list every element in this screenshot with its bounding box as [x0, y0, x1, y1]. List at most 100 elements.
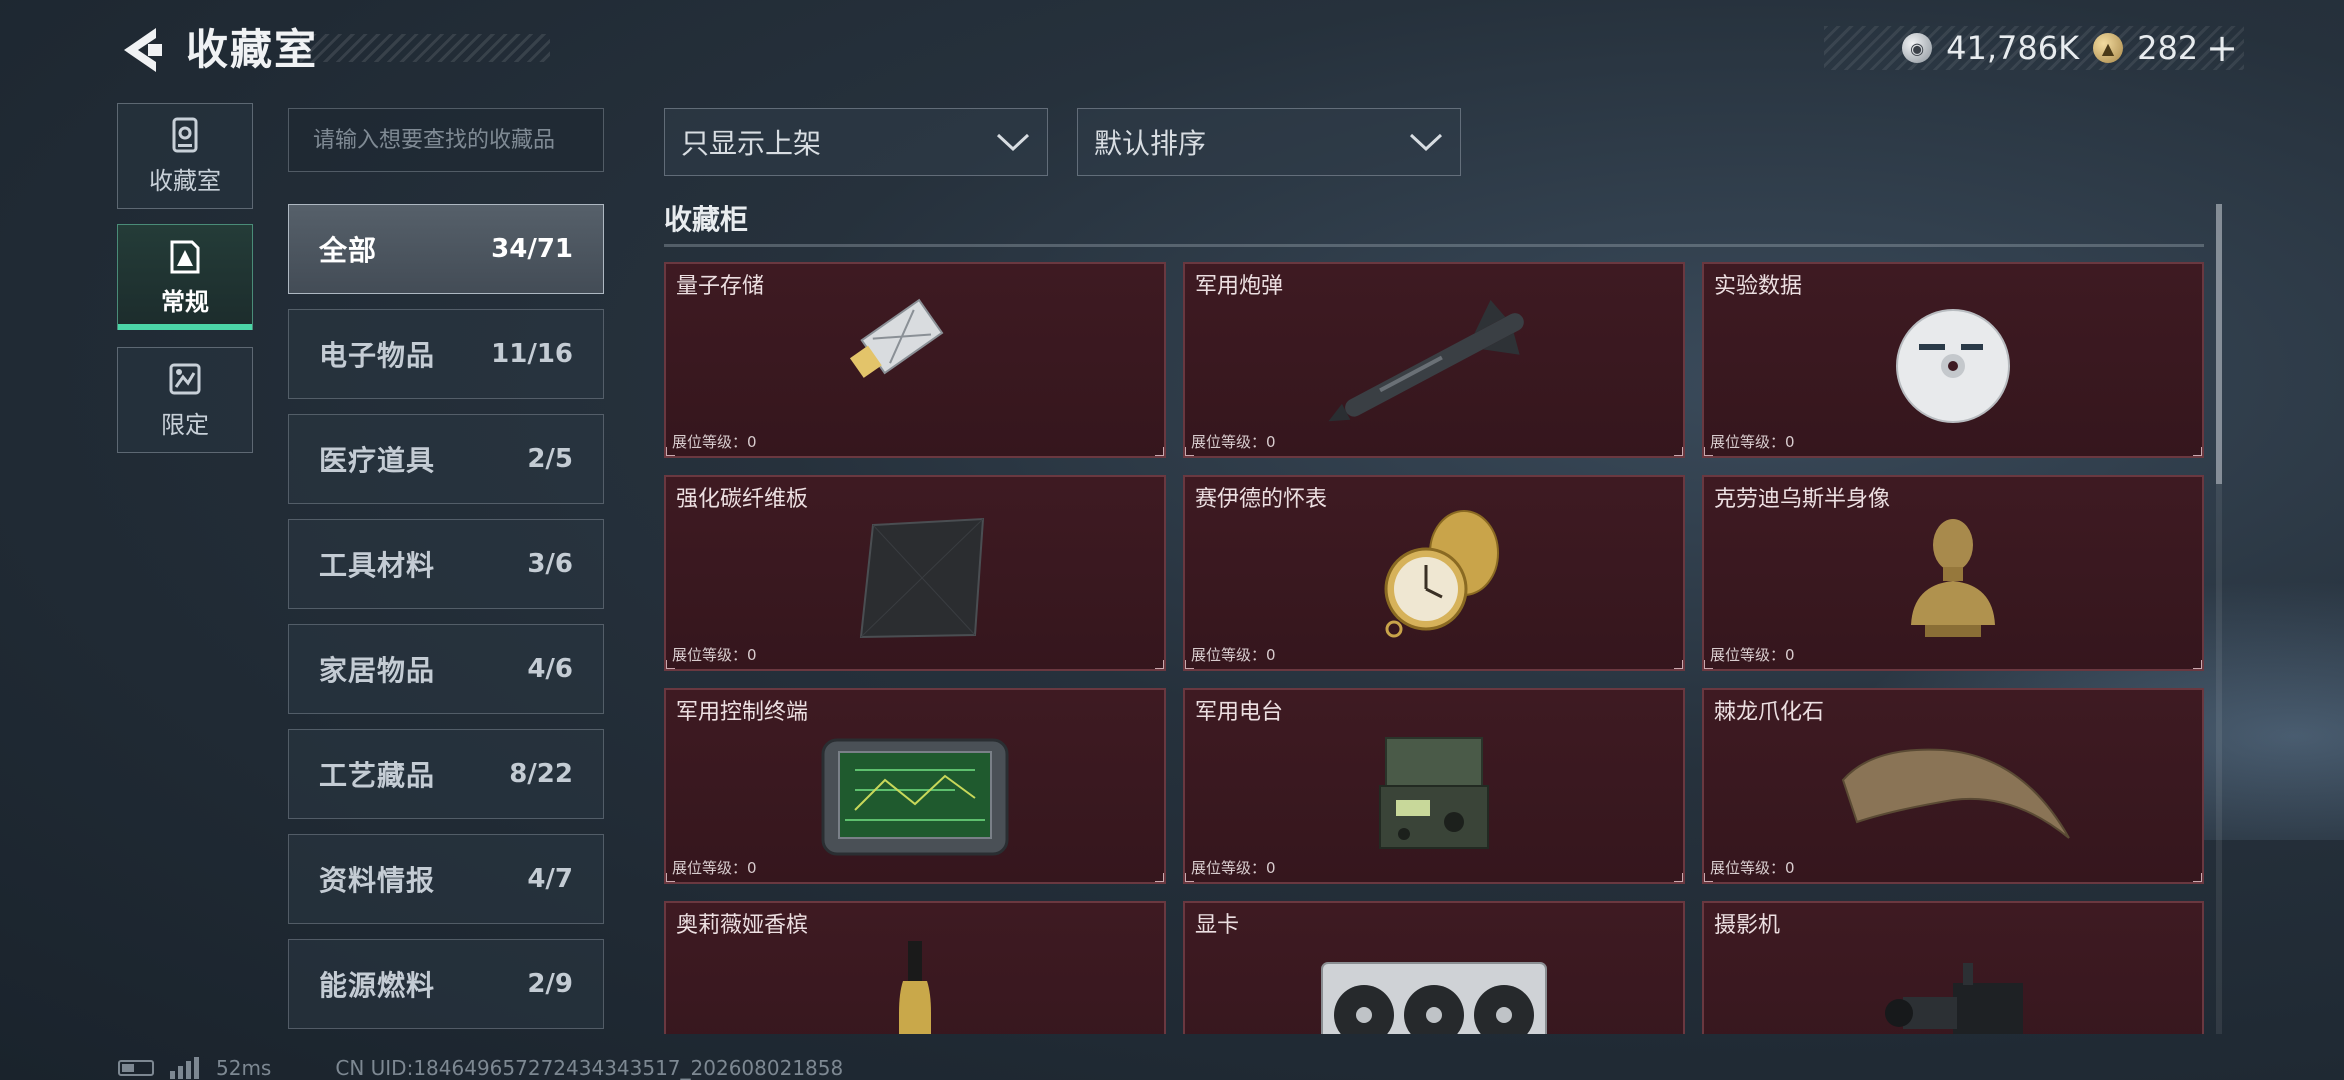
item-card[interactable]: 军用炮弹 展位等级：0 [1183, 262, 1685, 458]
carbon-fiber-plate-icon [859, 517, 985, 639]
sort-value: 默认排序 [1094, 127, 1207, 160]
silver-coin-value: 41,786K [1946, 29, 2080, 67]
video-camera-icon [1885, 963, 2023, 1034]
data-disc-icon [1896, 309, 2010, 423]
champagne-bottle-icon [899, 941, 931, 1034]
category-electronics[interactable]: 电子物品 11/16 [288, 309, 604, 399]
category-name: 家居物品 [319, 654, 436, 687]
item-name: 奥莉薇娅香槟 [676, 913, 809, 938]
item-card[interactable]: 军用电台 展位等级：0 [1183, 688, 1685, 884]
back-arrow-icon[interactable] [116, 22, 166, 78]
category-count: 34/71 [491, 234, 573, 264]
category-count: 4/6 [527, 654, 573, 684]
item-level: 展位等级：0 [672, 859, 757, 877]
item-level: 展位等级：0 [1710, 646, 1795, 664]
chevron-down-icon [996, 133, 1030, 152]
category-name: 电子物品 [319, 339, 436, 372]
item-name: 棘龙爪化石 [1714, 700, 1825, 725]
item-card[interactable]: 强化碳纤维板 展位等级：0 [664, 475, 1166, 671]
item-card[interactable]: 棘龙爪化石 展位等级：0 [1702, 688, 2204, 884]
page-title: 收藏室 [186, 25, 319, 74]
chevron-down-icon [1409, 133, 1443, 152]
item-level: 展位等级：0 [1191, 433, 1276, 451]
collection-room-icon [172, 117, 198, 152]
uid-text: CN UID:1846496572724343435​17_2026080218… [335, 1056, 844, 1080]
item-level: 展位等级：0 [1191, 859, 1276, 877]
category-name: 工具材料 [319, 549, 436, 582]
signal-icon [170, 1057, 199, 1079]
control-terminal-icon [821, 738, 1009, 856]
category-name: 医疗道具 [319, 444, 436, 477]
graphics-card-icon [1321, 962, 1547, 1034]
item-name: 摄影机 [1714, 913, 1781, 938]
item-card[interactable]: 军用控制终端 展位等级：0 [664, 688, 1166, 884]
category-name: 能源燃料 [319, 969, 436, 1002]
side-tab-collection-room[interactable]: 收藏室 [117, 103, 253, 209]
collection-grid: 量子存储 展位等级：0 军用炮弹 展位等级：0 实验数据 展位等级：0 强化碳纤… [664, 262, 2204, 1034]
category-tools[interactable]: 工具材料 3/6 [288, 519, 604, 609]
search-box[interactable] [288, 108, 604, 172]
display-filter-dropdown[interactable]: 只显示上架 [664, 108, 1048, 176]
category-name: 资料情报 [319, 864, 436, 897]
scrollbar-thumb[interactable] [2216, 204, 2222, 484]
section-divider [664, 244, 2204, 247]
item-level: 展位等级：0 [672, 433, 757, 451]
category-household[interactable]: 家居物品 4/6 [288, 624, 604, 714]
category-count: 3/6 [527, 549, 573, 579]
category-medical[interactable]: 医疗道具 2/5 [288, 414, 604, 504]
category-count: 8/22 [509, 759, 573, 789]
category-all[interactable]: 全部 34/71 [288, 204, 604, 294]
item-name: 军用炮弹 [1195, 274, 1284, 299]
side-tab-regular[interactable]: 常规 [117, 224, 253, 330]
regular-icon [170, 240, 200, 273]
pocket-watch-icon [1384, 510, 1499, 638]
silver-coin-icon: ◉ [1902, 33, 1933, 63]
search-input[interactable] [311, 126, 581, 154]
category-energy[interactable]: 能源燃料 2/9 [288, 939, 604, 1029]
bust-statue-icon [1911, 519, 1995, 637]
battery-icon [118, 1060, 154, 1076]
item-name: 显卡 [1195, 913, 1240, 938]
category-name: 工艺藏品 [319, 759, 436, 792]
section-title: 收藏柜 [664, 203, 749, 236]
side-tab-limited[interactable]: 限定 [117, 347, 253, 453]
item-level: 展位等级：0 [1191, 646, 1276, 664]
side-tab-label: 限定 [161, 410, 209, 439]
item-name: 实验数据 [1714, 274, 1803, 299]
item-card[interactable]: 克劳迪乌斯半身像 展位等级：0 [1702, 475, 2204, 671]
limited-icon [169, 363, 201, 394]
side-tab-label: 收藏室 [149, 166, 221, 195]
item-level: 展位等级：0 [1710, 433, 1795, 451]
item-card[interactable]: 摄影机 [1702, 901, 2204, 1034]
sort-dropdown[interactable]: 默认排序 [1077, 108, 1461, 176]
item-card[interactable]: 奥莉薇娅香槟 [664, 901, 1166, 1034]
item-card[interactable]: 显卡 [1183, 901, 1685, 1034]
category-count: 4/7 [527, 864, 573, 894]
item-name: 强化碳纤维板 [676, 487, 809, 512]
item-name: 量子存储 [676, 274, 765, 299]
status-bar: 52ms CN UID:1846496572724343435​17_20260… [118, 1056, 843, 1080]
item-level: 展位等级：0 [1710, 859, 1795, 877]
fossil-claw-icon [1841, 748, 2070, 839]
ping-value: 52ms [216, 1056, 272, 1080]
category-count: 11/16 [491, 339, 573, 369]
category-name: 全部 [319, 234, 378, 267]
gold-coin-icon: ▲ [2093, 33, 2124, 63]
display-filter-value: 只显示上架 [681, 127, 822, 160]
category-count: 2/9 [527, 969, 573, 999]
item-card[interactable]: 赛伊德的怀表 展位等级：0 [1183, 475, 1685, 671]
item-card[interactable]: 实验数据 展位等级：0 [1702, 262, 2204, 458]
item-name: 军用电台 [1195, 700, 1284, 725]
quantum-storage-icon [849, 298, 944, 378]
category-count: 2/5 [527, 444, 573, 474]
side-tab-label: 常规 [161, 287, 209, 316]
military-radio-icon [1379, 737, 1489, 849]
add-currency-button[interactable]: + [2206, 26, 2238, 70]
missile-icon [1328, 299, 1524, 422]
item-level: 展位等级：0 [672, 646, 757, 664]
item-card[interactable]: 量子存储 展位等级：0 [664, 262, 1166, 458]
category-crafts[interactable]: 工艺藏品 8/22 [288, 729, 604, 819]
item-name: 军用控制终端 [676, 700, 809, 725]
title-decoration [300, 34, 550, 62]
category-intel[interactable]: 资料情报 4/7 [288, 834, 604, 924]
